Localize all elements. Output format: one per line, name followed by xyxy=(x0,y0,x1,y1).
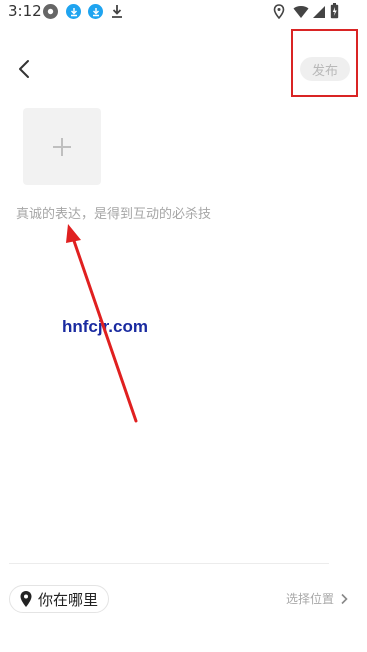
battery-icon xyxy=(330,3,339,23)
location-chip[interactable]: 你在哪里 xyxy=(9,585,110,613)
chevron-right-icon xyxy=(341,593,348,604)
signal-icon xyxy=(312,4,326,23)
download-icon xyxy=(110,3,124,23)
chevron-left-icon xyxy=(19,60,29,78)
annotation-arrow xyxy=(66,224,138,423)
location-icon xyxy=(273,4,285,23)
choose-location-label: 选择位置 xyxy=(286,592,335,606)
location-pin-icon xyxy=(20,591,32,607)
annotation-highlight-box xyxy=(291,29,358,97)
download-icon xyxy=(88,4,103,19)
location-chip-label: 你在哪里 xyxy=(38,590,99,609)
add-media-button[interactable] xyxy=(23,108,101,185)
app-notification-icon xyxy=(43,4,58,19)
download-icon xyxy=(66,4,81,19)
choose-location-button[interactable]: 选择位置 xyxy=(286,590,348,607)
wifi-icon xyxy=(293,4,309,23)
back-button[interactable] xyxy=(12,56,38,82)
plus-icon xyxy=(53,137,71,156)
watermark-text: hnfcjr.com xyxy=(62,317,148,336)
footer-divider xyxy=(9,563,329,564)
content-input[interactable]: 真诚的表达，是得到互动的必杀技 xyxy=(16,203,211,222)
status-time: 3:12 xyxy=(8,2,42,20)
status-bar: 3:12 xyxy=(0,0,367,24)
